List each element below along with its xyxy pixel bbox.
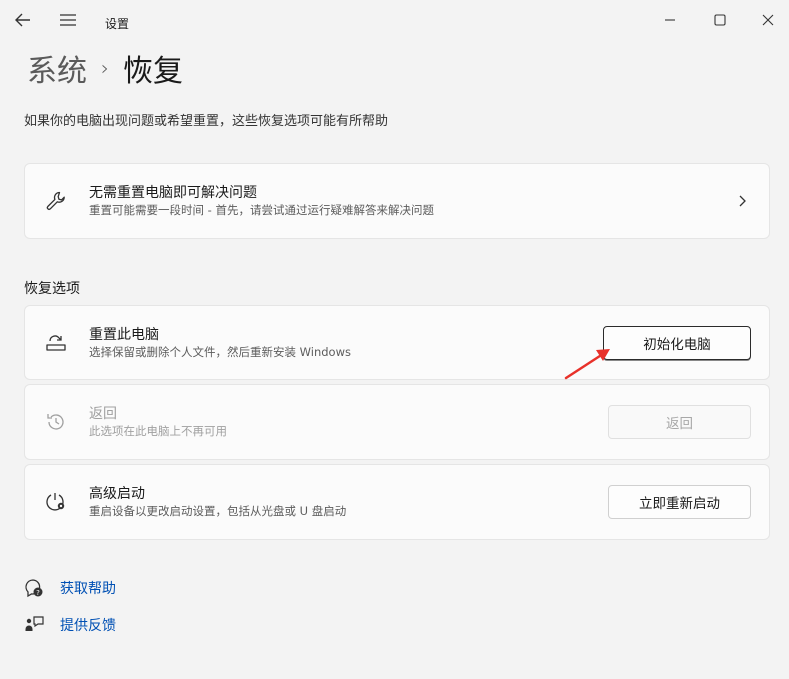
restart-now-button[interactable]: 立即重新启动 (608, 485, 751, 519)
advanced-startup-subtitle: 重启设备以更改启动设置，包括从光盘或 U 盘启动 (89, 504, 347, 518)
history-icon (44, 410, 68, 434)
page-title: 恢复 (123, 54, 183, 89)
close-icon (762, 14, 774, 26)
page-description: 如果你的电脑出现问题或希望重置，这些恢复选项可能有所帮助 (24, 114, 389, 129)
breadcrumb: 系统 › 恢复 (27, 46, 183, 90)
go-back-card: 返回 此选项在此电脑上不再可用 返回 (24, 384, 770, 460)
title-bar: 设置 (0, 0, 789, 44)
reset-pc-title: 重置此电脑 (89, 326, 159, 343)
breadcrumb-separator: › (101, 56, 109, 80)
feedback-icon (24, 615, 44, 635)
reset-pc-card: 重置此电脑 选择保留或删除个人文件，然后重新安装 Windows 初始化电脑 (24, 305, 770, 380)
troubleshoot-title: 无需重置电脑即可解决问题 (89, 185, 257, 201)
maximize-icon (714, 14, 726, 26)
wrench-icon (44, 189, 68, 213)
back-arrow-icon (15, 13, 30, 27)
advanced-startup-icon (44, 490, 68, 514)
reset-pc-subtitle: 选择保留或删除个人文件，然后重新安装 Windows (89, 344, 351, 359)
advanced-startup-card: 高级启动 重启设备以更改启动设置，包括从光盘或 U 盘启动 立即重新启动 (24, 464, 770, 540)
give-feedback-label: 提供反馈 (60, 618, 116, 634)
menu-button[interactable] (54, 6, 82, 34)
troubleshoot-card[interactable]: 无需重置电脑即可解决问题 重置可能需要一段时间 - 首先，请尝试通过运行疑难解答… (24, 163, 770, 239)
chevron-right-icon (739, 195, 746, 207)
help-icon: ? (24, 578, 44, 598)
go-back-subtitle: 此选项在此电脑上不再可用 (89, 424, 227, 438)
close-button[interactable] (748, 6, 788, 34)
get-help-label: 获取帮助 (60, 581, 116, 597)
advanced-startup-title: 高级启动 (89, 486, 145, 502)
get-help-link[interactable]: ? 获取帮助 (24, 578, 116, 598)
section-title: 恢复选项 (24, 281, 80, 297)
minimize-button[interactable] (650, 6, 690, 34)
back-button[interactable] (8, 6, 38, 34)
give-feedback-link[interactable]: 提供反馈 (24, 615, 116, 635)
go-back-title: 返回 (89, 406, 117, 422)
app-title: 设置 (105, 17, 130, 31)
go-back-button: 返回 (608, 405, 751, 439)
reset-pc-icon (44, 331, 68, 355)
maximize-button[interactable] (700, 6, 740, 34)
annotation-arrow-icon (564, 349, 610, 380)
troubleshoot-subtitle: 重置可能需要一段时间 - 首先，请尝试通过运行疑难解答来解决问题 (89, 203, 434, 217)
breadcrumb-system[interactable]: 系统 (27, 46, 87, 90)
hamburger-menu-icon (60, 14, 76, 26)
reset-pc-button[interactable]: 初始化电脑 (603, 325, 751, 360)
svg-text:?: ? (36, 589, 40, 597)
minimize-icon (665, 19, 675, 21)
